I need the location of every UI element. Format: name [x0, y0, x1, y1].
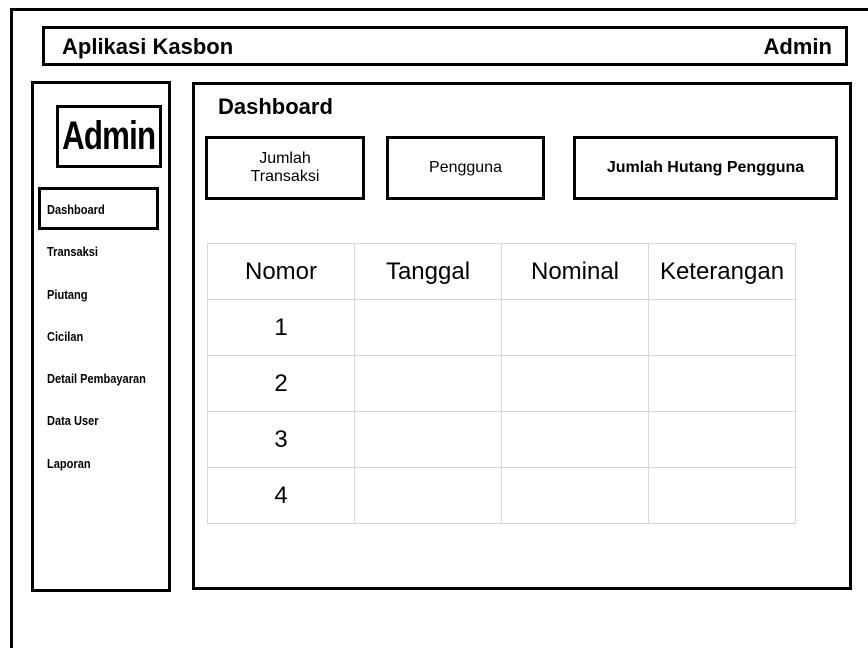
table-cell-nominal [501, 299, 649, 356]
column-header-keterangan[interactable]: Keterangan [648, 243, 796, 300]
table-row[interactable]: 1 [207, 299, 796, 356]
sidebar: Admin Dashboard Transaksi Piutang Cicila… [31, 81, 171, 592]
user-name[interactable]: Admin [764, 34, 832, 60]
page-title: Dashboard [218, 94, 333, 119]
table-cell-nominal [501, 355, 649, 412]
column-header-nomor[interactable]: Nomor [207, 243, 355, 300]
sidebar-item-laporan[interactable]: Laporan [47, 456, 91, 471]
table-cell-nomor: 1 [207, 299, 355, 356]
card-jumlah-transaksi[interactable]: Jumlah Transaksi [205, 136, 365, 200]
table-row[interactable]: 2 [207, 355, 796, 412]
avatar-label: Admin [62, 114, 156, 158]
card-label: Jumlah Hutang Pengguna [606, 159, 805, 176]
table-cell-keterangan [648, 299, 796, 356]
table-cell-tanggal [354, 299, 502, 356]
column-header-nominal[interactable]: Nominal [501, 243, 649, 300]
table-cell-keterangan [648, 355, 796, 412]
card-pengguna[interactable]: Pengguna [386, 136, 545, 200]
avatar: Admin [56, 105, 162, 168]
table-cell-keterangan [648, 467, 796, 524]
card-jumlah-hutang-pengguna[interactable]: Jumlah Hutang Pengguna [573, 136, 838, 200]
app-title: Aplikasi Kasbon [62, 34, 234, 59]
card-label: Jumlah Transaksi [250, 150, 320, 185]
column-header-tanggal[interactable]: Tanggal [354, 243, 502, 300]
table-cell-nomor: 3 [207, 411, 355, 468]
table-cell-nominal [501, 411, 649, 468]
sidebar-item-data-user[interactable]: Data User [47, 413, 99, 428]
app-header: Aplikasi Kasbon Admin [42, 26, 848, 66]
table-cell-tanggal [354, 355, 502, 412]
data-table: Nomor Tanggal Nominal Keterangan 1 2 3 4 [207, 243, 796, 524]
table-cell-nomor: 4 [207, 467, 355, 524]
sidebar-item-detail-pembayaran[interactable]: Detail Pembayaran [47, 371, 146, 386]
table-cell-nominal [501, 467, 649, 524]
sidebar-item-cicilan[interactable]: Cicilan [47, 329, 83, 344]
sidebar-item-dashboard[interactable]: Dashboard [47, 202, 105, 217]
table-row[interactable]: 3 [207, 411, 796, 468]
card-label: Pengguna [429, 159, 502, 176]
table-cell-tanggal [354, 467, 502, 524]
table-cell-keterangan [648, 411, 796, 468]
table-header-row: Nomor Tanggal Nominal Keterangan [207, 243, 796, 300]
table-row[interactable]: 4 [207, 467, 796, 524]
table-cell-nomor: 2 [207, 355, 355, 412]
sidebar-item-piutang[interactable]: Piutang [47, 287, 88, 302]
table-cell-tanggal [354, 411, 502, 468]
sidebar-item-transaksi[interactable]: Transaksi [47, 244, 98, 259]
